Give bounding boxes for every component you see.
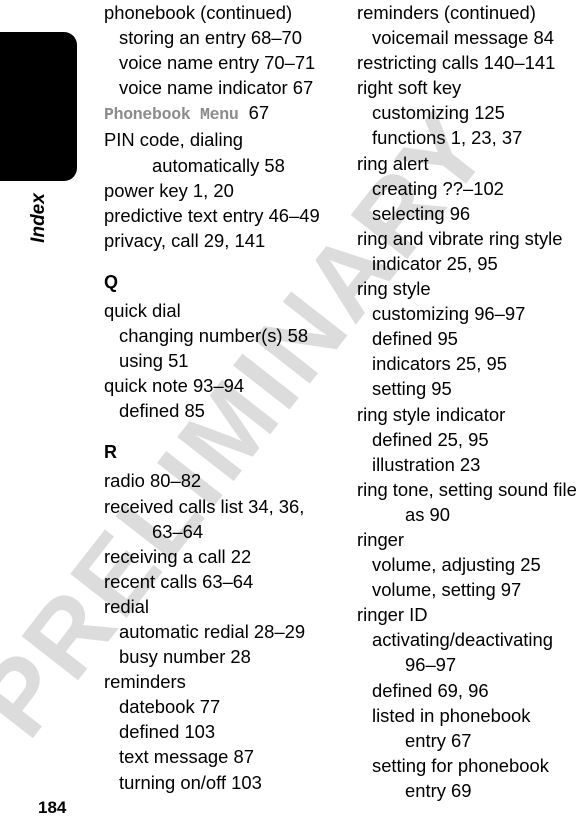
index-entry: automatically 58 (152, 154, 285, 176)
index-entry: ring style indicator (357, 403, 506, 425)
index-entry: creating ??–102 (372, 177, 504, 199)
index-entry: ring alert (357, 152, 429, 174)
index-column-right: reminders (continued) voicemail message 8… (357, 0, 578, 803)
index-entry: predictive text entry 46–49 (104, 204, 320, 226)
index-entry: 63–64 (152, 520, 204, 542)
index-entry: customizing 125 (372, 102, 505, 124)
index-entry: voicemail message 84 (372, 27, 554, 49)
index-entry: redial (104, 595, 149, 617)
index-entry: indicators 25, 95 (372, 353, 507, 375)
index-entry: customizing 96–97 (372, 303, 526, 325)
index-columns: phonebook (continued) storing an entry 68… (0, 0, 578, 837)
index-section-letter: R (104, 442, 117, 463)
index-entry: as 90 (405, 503, 450, 525)
index-entry: recent calls 63–64 (104, 570, 254, 592)
index-entry: ring tone, setting sound file (357, 478, 577, 500)
index-entry: setting for phonebook (372, 754, 549, 776)
index-entry: 96–97 (405, 654, 457, 676)
index-entry: reminders (104, 671, 186, 693)
index-entry: volume, adjusting 25 (372, 554, 541, 576)
index-entry: defined 85 (119, 400, 205, 422)
page-number: 184 (38, 798, 67, 817)
index-entry: volume, setting 97 (372, 579, 522, 601)
index-entry: datebook 77 (119, 696, 221, 718)
index-entry: privacy, call 29, 141 (104, 229, 266, 251)
index-tab-label: Index (0, 186, 77, 250)
index-entry: ring style (357, 278, 431, 300)
index-column-left: phonebook (continued) storing an entry 68… (104, 0, 320, 795)
index-entry: setting 95 (372, 378, 452, 400)
index-entry: restricting calls 140–141 (357, 52, 556, 74)
index-entry: ringer (357, 528, 405, 550)
index-entry: entry 69 (405, 779, 472, 801)
index-entry: quick note 93–94 (104, 375, 245, 397)
index-screen-term: Phonebook Menu (104, 105, 239, 125)
index-entry: activating/deactivating (372, 629, 553, 651)
index-entry-pages: 67 (238, 102, 270, 124)
index-entry: indicator 25, 95 (372, 252, 498, 274)
index-entry: storing an entry 68–70 (119, 27, 303, 49)
index-entry: defined 95 (372, 328, 458, 350)
index-entry: phonebook (continued) (104, 2, 293, 23)
index-entry: automatic redial 28–29 (119, 620, 306, 642)
index-entry: listed in phonebook (372, 704, 531, 726)
index-entry: changing number(s) 58 (119, 325, 309, 347)
index-entry: ring and vibrate ring style (357, 227, 563, 249)
index-entry: Phonebook Menu 67 (104, 100, 304, 127)
index-entry: defined 69, 96 (372, 679, 489, 701)
index-entry: turning on/off 103 (119, 771, 262, 793)
index-entry: received calls list 34, 36, (104, 495, 305, 517)
index-edge-tab (0, 32, 77, 181)
index-entry: using 51 (119, 350, 189, 372)
index-entry: text message 87 (119, 746, 254, 768)
index-entry: PIN code, dialing (104, 129, 244, 151)
index-entry: receiving a call 22 (104, 545, 252, 567)
index-entry: voice name entry 70–71 (119, 52, 316, 74)
index-entry: quick dial (104, 299, 181, 321)
index-entry: radio 80–82 (104, 470, 202, 492)
index-entry: defined 25, 95 (372, 428, 489, 450)
index-tab-label-text: Index (27, 193, 49, 243)
index-entry: illustration 23 (372, 453, 481, 475)
index-entry: right soft key (357, 77, 462, 99)
index-entry: power key 1, 20 (104, 179, 234, 201)
index-entry: reminders (continued) (357, 2, 536, 23)
index-section-letter: Q (104, 271, 119, 292)
index-entry: selecting 96 (372, 202, 471, 224)
index-entry: functions 1, 23, 37 (372, 127, 523, 149)
index-entry: voice name indicator 67 (119, 77, 314, 99)
index-entry: busy number 28 (119, 646, 251, 668)
index-entry: defined 103 (119, 721, 216, 743)
index-entry: entry 67 (405, 729, 472, 751)
index-entry: ringer ID (357, 604, 428, 626)
